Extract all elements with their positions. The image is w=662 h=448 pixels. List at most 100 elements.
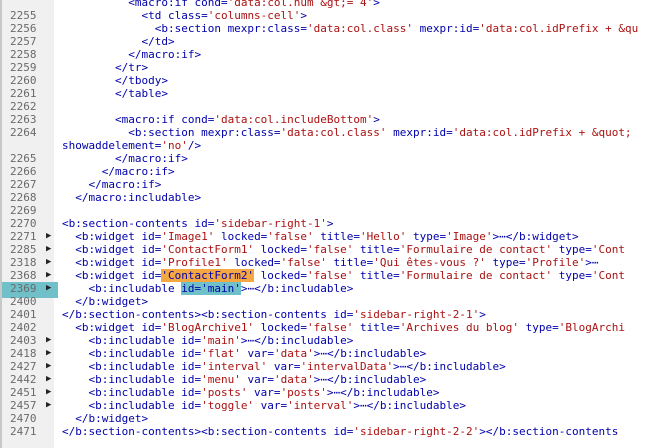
code-line[interactable]: 2418 ▶ <b:includable id='flat' var='data'… [2, 347, 662, 360]
code-text: <td class='columns-cell'> [62, 9, 307, 22]
code-line[interactable]: 2442 ▶ <b:includable id='menu' var='data'… [2, 373, 662, 386]
code-token: <b:includable [62, 282, 182, 295]
code-token: >⋯</b:includable> [313, 373, 427, 386]
code-token: title= [326, 256, 374, 269]
code-line[interactable]: 2261 </table> [2, 87, 662, 100]
code-text: <b:widget id='Profile1' locked='false' t… [62, 256, 598, 269]
code-token: > [300, 9, 308, 22]
code-line[interactable]: 2264 <b:section mexpr:class='data:col.cl… [2, 126, 662, 139]
line-number: 2271 [10, 230, 37, 243]
code-token: showaddelement= [62, 139, 162, 152]
code-token: > [373, 0, 380, 9]
code-line[interactable]: 2266 </macro:if> [2, 165, 662, 178]
line-number: 2401 [10, 308, 37, 321]
code-token: mexpr:id= [413, 22, 480, 35]
code-line[interactable]: 2470 </b:widget> [2, 412, 662, 425]
code-line[interactable]: 2269 [2, 204, 662, 217]
code-line[interactable]: 2268 </macro:includable> [2, 191, 662, 204]
code-token: <td class= [62, 9, 208, 22]
fold-arrow-icon[interactable]: ▶ [46, 230, 56, 243]
line-number: 2400 [10, 295, 37, 308]
code-line[interactable]: 2259 </tr> [2, 61, 662, 74]
code-token: title= [353, 243, 400, 256]
code-token: <b:widget id= [62, 269, 162, 282]
code-line[interactable]: 2401 </b:section-contents><b:section-cont… [2, 308, 662, 321]
code-line[interactable]: 2427 ▶ <b:includable id='interval' var='i… [2, 360, 662, 373]
fold-arrow-icon[interactable]: ▶ [46, 386, 56, 399]
fold-arrow-icon[interactable]: ▶ [46, 334, 56, 347]
code-line[interactable]: 2271 ▶ <b:widget id='Image1' locked='fals… [2, 230, 662, 243]
code-token: <b:includable id= [62, 386, 202, 399]
code-line[interactable]: 2255 <td class='columns-cell'> [2, 9, 662, 22]
code-line[interactable]: showaddelement='no'/> [2, 139, 662, 152]
code-line[interactable]: 2451 ▶ <b:includable id='posts' var='post… [2, 386, 662, 399]
code-token: <b:widget id= [62, 243, 162, 256]
fold-arrow-icon[interactable]: ▶ [46, 360, 56, 373]
highlighted-match: id='main' [181, 282, 241, 295]
code-line[interactable]: 2285 ▶ <b:widget id='ContactForm1' locked… [2, 243, 662, 256]
line-number: 2451 [10, 386, 37, 399]
line-number: 2261 [10, 87, 37, 100]
code-line[interactable]: 2369 ▶ <b:includable id='main'>⋯</b:inclu… [2, 282, 662, 298]
line-number: 2264 [10, 126, 37, 139]
attr-value: 'data:col.idPrefix + &qu [479, 22, 639, 35]
code-line[interactable]: 2263 <macro:if cond='data:col.includeBot… [2, 113, 662, 126]
code-text: </macro:if> [62, 48, 201, 61]
code-token: locked= [254, 269, 308, 282]
code-line[interactable]: 2368 ▶ <b:widget id='ContactForm2' locked… [2, 269, 662, 282]
code-token: > [479, 308, 486, 321]
attr-value: 'data:col.idPrefix + &quot; [452, 126, 632, 139]
fold-arrow-icon[interactable]: ▶ [46, 373, 56, 386]
code-token: <b:includable id= [62, 360, 202, 373]
code-editor[interactable]: <macro:if cond='data:col.num &gt;= 4'> 22… [0, 0, 662, 448]
code-text: <b:section mexpr:class='data:col.class' … [62, 22, 639, 35]
code-text: <b:includable id='toggle' var='interval'… [62, 399, 466, 412]
code-token: >⋯</b:includable> [240, 282, 354, 295]
line-number: 2403 [10, 334, 37, 347]
code-token: >⋯</b:includable> [240, 334, 354, 347]
attr-value: 'false' [267, 230, 314, 243]
line-number: 2258 [10, 48, 37, 61]
attr-value: 'toggle' [201, 399, 255, 412]
line-number: 2267 [10, 178, 37, 191]
code-text: <b:includable id='interval' var='interva… [62, 360, 506, 373]
code-line[interactable]: 2402 <b:widget id='BlogArchive1' locked=… [2, 321, 662, 334]
attr-value: 'Profile' [525, 256, 586, 269]
code-line[interactable]: 2403 ▶ <b:includable id='main'>⋯</b:inclu… [2, 334, 662, 347]
code-token: <b:includable id= [62, 334, 202, 347]
code-line[interactable]: 2318 ▶ <b:widget id='Profile1' locked='fa… [2, 256, 662, 269]
line-number: 2263 [10, 113, 37, 126]
attr-value: 'Archives du blog' [399, 321, 519, 334]
code-token: title= [313, 230, 361, 243]
code-line[interactable]: 2260 </tbody> [2, 74, 662, 87]
attr-value: 'main' [201, 334, 241, 347]
code-line[interactable]: 2270 <b:section-contents id='sidebar-righ… [2, 217, 662, 230]
code-line[interactable]: 2267 </macro:if> [2, 178, 662, 191]
fold-arrow-icon[interactable]: ▶ [46, 399, 56, 412]
fold-arrow-icon[interactable]: ▶ [46, 347, 56, 360]
code-line[interactable]: 2257 </td> [2, 35, 662, 48]
code-text: </b:section-contents><b:section-contents… [62, 425, 618, 438]
fold-arrow-icon[interactable]: ▶ [46, 282, 56, 295]
code-text: <b:widget id='Image1' locked='false' tit… [62, 230, 578, 243]
code-token: >⋯</b:includable> [393, 360, 506, 373]
code-line[interactable]: 2400 </b:widget> [2, 295, 662, 308]
code-line[interactable]: 2256 <b:section mexpr:class='data:col.cl… [2, 22, 662, 35]
code-line[interactable]: 2262 [2, 100, 662, 113]
code-line[interactable]: 2471 </b:section-contents><b:section-cont… [2, 425, 662, 438]
code-line[interactable]: 2265 </macro:if> [2, 152, 662, 165]
fold-arrow-icon[interactable]: ▶ [46, 243, 56, 256]
attr-value: 'Formulaire de contact' [399, 243, 553, 256]
code-token: </macro:if> [62, 178, 162, 191]
attr-value: 'sidebar-right-1' [214, 217, 327, 230]
attr-value: 'menu' [201, 373, 241, 386]
code-line[interactable]: 2258 </macro:if> [2, 48, 662, 61]
code-text: <b:includable id='flat' var='data'>⋯</b:… [62, 347, 426, 360]
fold-arrow-icon[interactable]: ▶ [46, 256, 56, 269]
attr-value: 'posts' [201, 386, 248, 399]
code-line[interactable]: 2457 ▶ <b:includable id='toggle' var='int… [2, 399, 662, 412]
code-token: <macro:if cond= [62, 113, 215, 126]
code-token: title= [353, 321, 400, 334]
attr-value: 'interval' [287, 399, 354, 412]
fold-arrow-icon[interactable]: ▶ [46, 269, 56, 282]
